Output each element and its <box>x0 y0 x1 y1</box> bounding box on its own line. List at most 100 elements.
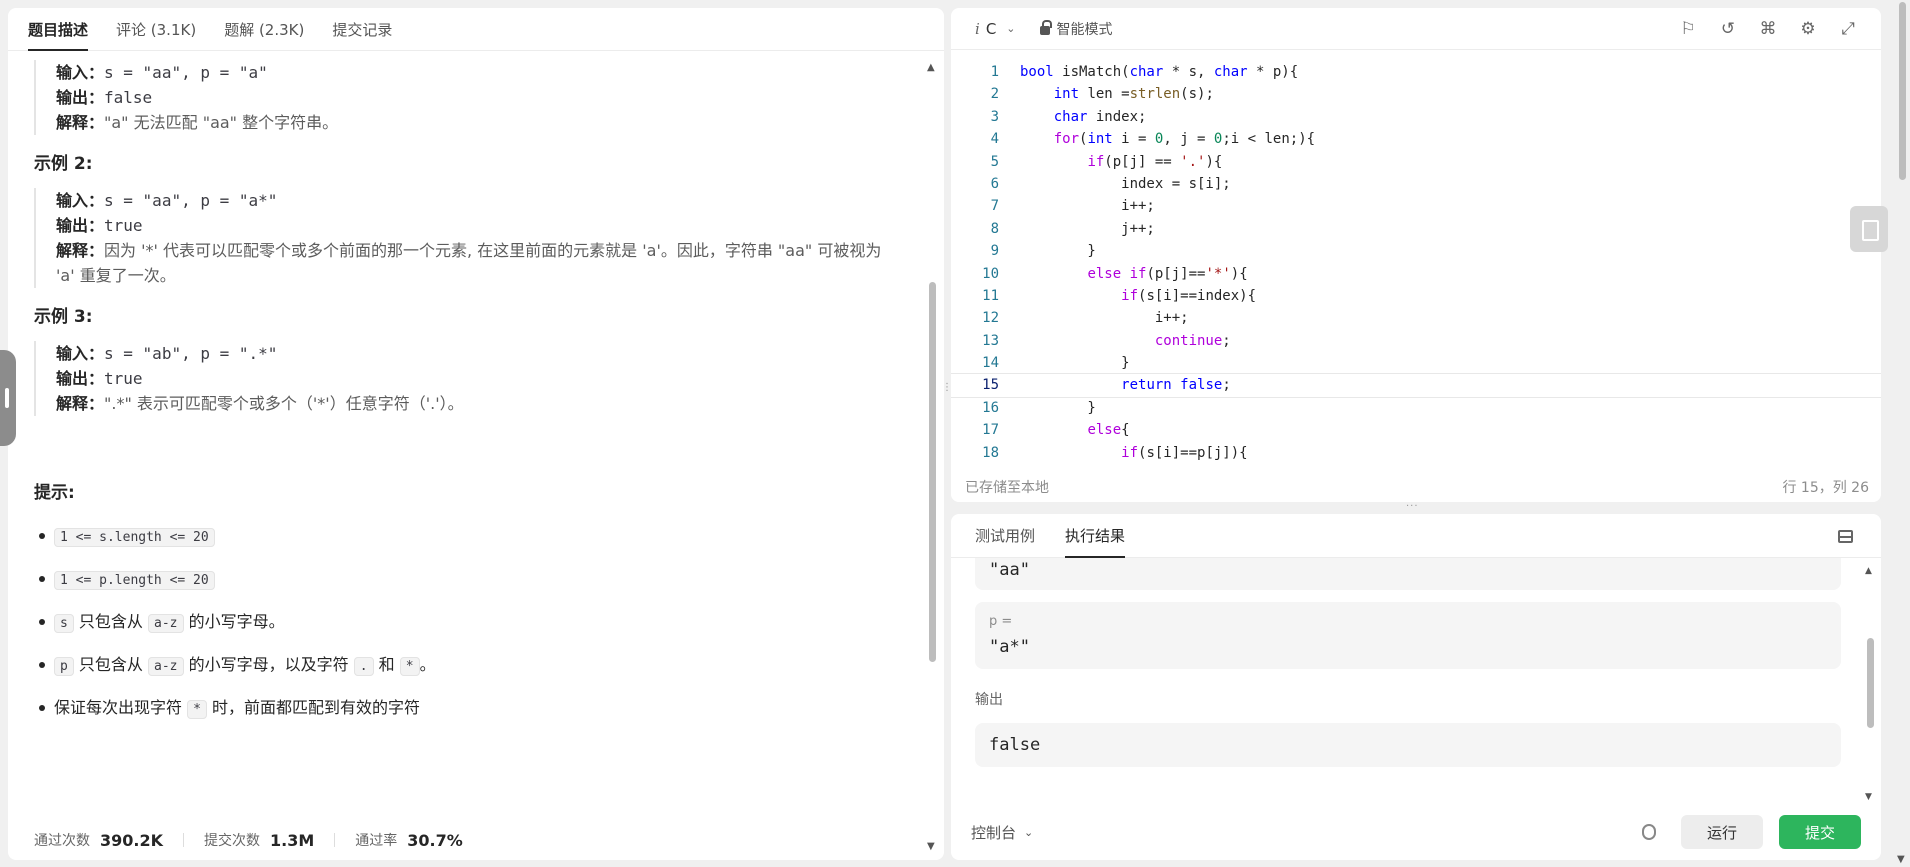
fullscreen-icon[interactable]: ⤢ <box>1839 19 1857 39</box>
code-text[interactable]: i++; <box>1020 307 1189 329</box>
tab-run-result[interactable]: 执行结果 <box>1065 514 1126 558</box>
code-line[interactable]: 7 i++; <box>951 195 1881 217</box>
code-text[interactable]: } <box>1020 352 1129 374</box>
code-area[interactable]: 1 bool isMatch(char * s, char * p){2 int … <box>951 61 1881 472</box>
code-line[interactable]: 10 else if(p[j]=='*'){ <box>951 263 1881 285</box>
example-1: 输入：s = "aa", p = "a" 输出：false 解释："a" 无法匹… <box>34 60 896 135</box>
code-text[interactable]: if(s[i]==index){ <box>1020 285 1256 307</box>
scrollbar-thumb[interactable] <box>929 282 936 662</box>
output-value: false <box>104 88 153 107</box>
s-value: "aa" <box>989 560 1030 580</box>
tab-comments[interactable]: 评论 (3.1K) <box>116 8 218 50</box>
inline-code: a-z <box>148 614 184 633</box>
tab-description[interactable]: 题目描述 <box>28 8 110 51</box>
bookmark-icon[interactable]: ⚐ <box>1679 19 1697 39</box>
language-select[interactable]: i C ⌄ <box>975 20 1016 38</box>
horizontal-resize-handle[interactable]: ··· <box>1406 501 1419 512</box>
code-line[interactable]: 11 if(s[i]==index){ <box>951 285 1881 307</box>
scroll-down-icon[interactable]: ▼ <box>1897 854 1905 865</box>
description-scrollbar[interactable]: ▲ ▼ <box>926 62 938 852</box>
problem-panel: 题目描述 评论 (3.1K) 题解 (2.3K) 提交记录 输入：s = "aa… <box>8 8 944 860</box>
code-line[interactable]: 2 int len =strlen(s); <box>951 83 1881 105</box>
code-line[interactable]: 8 j++; <box>951 218 1881 240</box>
scroll-down-icon[interactable]: ▼ <box>1865 792 1872 802</box>
editor-tools: ⚐ ↺ ⌘ ⚙ ⤢ <box>1679 8 1857 50</box>
code-line[interactable]: 16 } <box>951 397 1881 419</box>
line-number: 3 <box>990 108 999 125</box>
result-scrollbar[interactable]: ▲ ▼ <box>1865 566 1875 802</box>
code-text[interactable]: index = s[i]; <box>1020 173 1231 195</box>
problem-description: 输入：s = "aa", p = "a" 输出：false 解释："a" 无法匹… <box>8 52 920 810</box>
run-button[interactable]: 运行 <box>1681 815 1763 849</box>
code-text[interactable]: continue; <box>1020 330 1231 352</box>
code-text[interactable]: for(int i = 0, j = 0;i < len;){ <box>1020 128 1315 150</box>
code-line[interactable]: 14 } <box>951 352 1881 374</box>
reset-icon[interactable]: ↺ <box>1719 19 1737 39</box>
line-number: 4 <box>990 131 999 148</box>
console-toggle[interactable]: 控制台 ⌄ <box>971 822 1033 843</box>
scrollbar-thumb[interactable] <box>1867 638 1874 728</box>
code-text[interactable]: } <box>1020 240 1095 262</box>
code-line[interactable]: 12 i++; <box>951 307 1881 329</box>
input-label: 输入： <box>56 191 105 210</box>
output-value: true <box>104 216 143 235</box>
scroll-up-icon[interactable]: ▲ <box>927 62 935 73</box>
explain-text: 因为 '*' 代表可以匹配零个或多个前面的那一个元素, 在这里前面的元素就是 '… <box>56 241 882 285</box>
code-line[interactable]: 3 char index; <box>951 106 1881 128</box>
inline-code: 1 <= p.length <= 20 <box>54 571 215 590</box>
scroll-up-icon[interactable]: ▲ <box>1865 566 1872 576</box>
p-label: p = <box>989 614 1013 629</box>
code-text[interactable]: else if(p[j]=='*'){ <box>1020 263 1247 285</box>
input-label: 输入： <box>56 63 105 82</box>
code-line[interactable]: 9 } <box>951 240 1881 262</box>
code-line[interactable]: 18 if(s[i]==p[j]){ <box>951 442 1881 464</box>
code-line[interactable]: 15 return false; <box>951 373 1881 398</box>
submit-button[interactable]: 提交 <box>1779 815 1861 849</box>
scroll-down-icon[interactable]: ▼ <box>927 841 935 852</box>
page-scrollbar[interactable]: ▼ <box>1896 0 1908 867</box>
line-number: 16 <box>982 399 999 416</box>
hint-text: 时，前面都匹配到有效的字符 <box>212 698 421 717</box>
command-icon[interactable]: ⌘ <box>1759 19 1777 39</box>
console-label: 控制台 <box>971 823 1017 842</box>
code-text[interactable]: char index; <box>1020 106 1147 128</box>
info-icon: i <box>975 19 980 38</box>
line-number: 5 <box>990 153 999 170</box>
example-2-title: 示例 2: <box>34 154 93 174</box>
code-line[interactable]: 1 bool isMatch(char * s, char * p){ <box>951 61 1881 83</box>
debug-icon[interactable] <box>1642 824 1656 840</box>
code-line[interactable]: 5 if(p[j] == '.'){ <box>951 151 1881 173</box>
code-text[interactable]: if(p[j] == '.'){ <box>1020 151 1222 173</box>
settings-icon[interactable]: ⚙ <box>1799 19 1817 39</box>
inline-code: 1 <= s.length <= 20 <box>54 528 215 547</box>
code-text[interactable]: i++; <box>1020 195 1155 217</box>
side-panel-handle[interactable] <box>0 350 16 446</box>
tab-solutions[interactable]: 题解 (2.3K) <box>224 8 326 50</box>
result-body: "aa" p = "a*" 输出 false <box>975 558 1841 794</box>
code-line[interactable]: 13 continue; <box>951 330 1881 352</box>
code-line[interactable]: 4 for(int i = 0, j = 0;i < len;){ <box>951 128 1881 150</box>
line-number: 8 <box>990 220 999 237</box>
line-number: 2 <box>990 86 999 103</box>
layout-icon[interactable] <box>1838 530 1853 543</box>
code-line[interactable]: 6 index = s[i]; <box>951 173 1881 195</box>
hint-text: 和 <box>378 655 395 674</box>
hint-text: 保证每次出现字符 <box>54 698 183 717</box>
code-text[interactable]: return false; <box>1020 374 1231 396</box>
code-text[interactable]: else{ <box>1020 419 1129 441</box>
scrollbar-thumb[interactable] <box>1899 2 1906 180</box>
code-text[interactable]: if(s[i]==p[j]){ <box>1020 442 1247 464</box>
code-line[interactable]: 17 else{ <box>951 419 1881 441</box>
code-text[interactable]: int len =strlen(s); <box>1020 83 1214 105</box>
document-icon[interactable] <box>1850 206 1888 252</box>
code-text[interactable]: } <box>1020 397 1095 419</box>
code-text[interactable]: bool isMatch(char * s, char * p){ <box>1020 61 1298 83</box>
inline-code: p <box>54 657 74 676</box>
code-text[interactable]: j++; <box>1020 218 1155 240</box>
vertical-resize-handle[interactable]: ⋮ <box>942 383 952 393</box>
hints-title: 提示: <box>34 483 75 503</box>
output-label: 输出 <box>975 692 1003 708</box>
mode-toggle[interactable]: 智能模式 <box>1039 19 1113 39</box>
tab-testcases[interactable]: 测试用例 <box>975 514 1035 557</box>
tab-submissions[interactable]: 提交记录 <box>332 8 414 50</box>
